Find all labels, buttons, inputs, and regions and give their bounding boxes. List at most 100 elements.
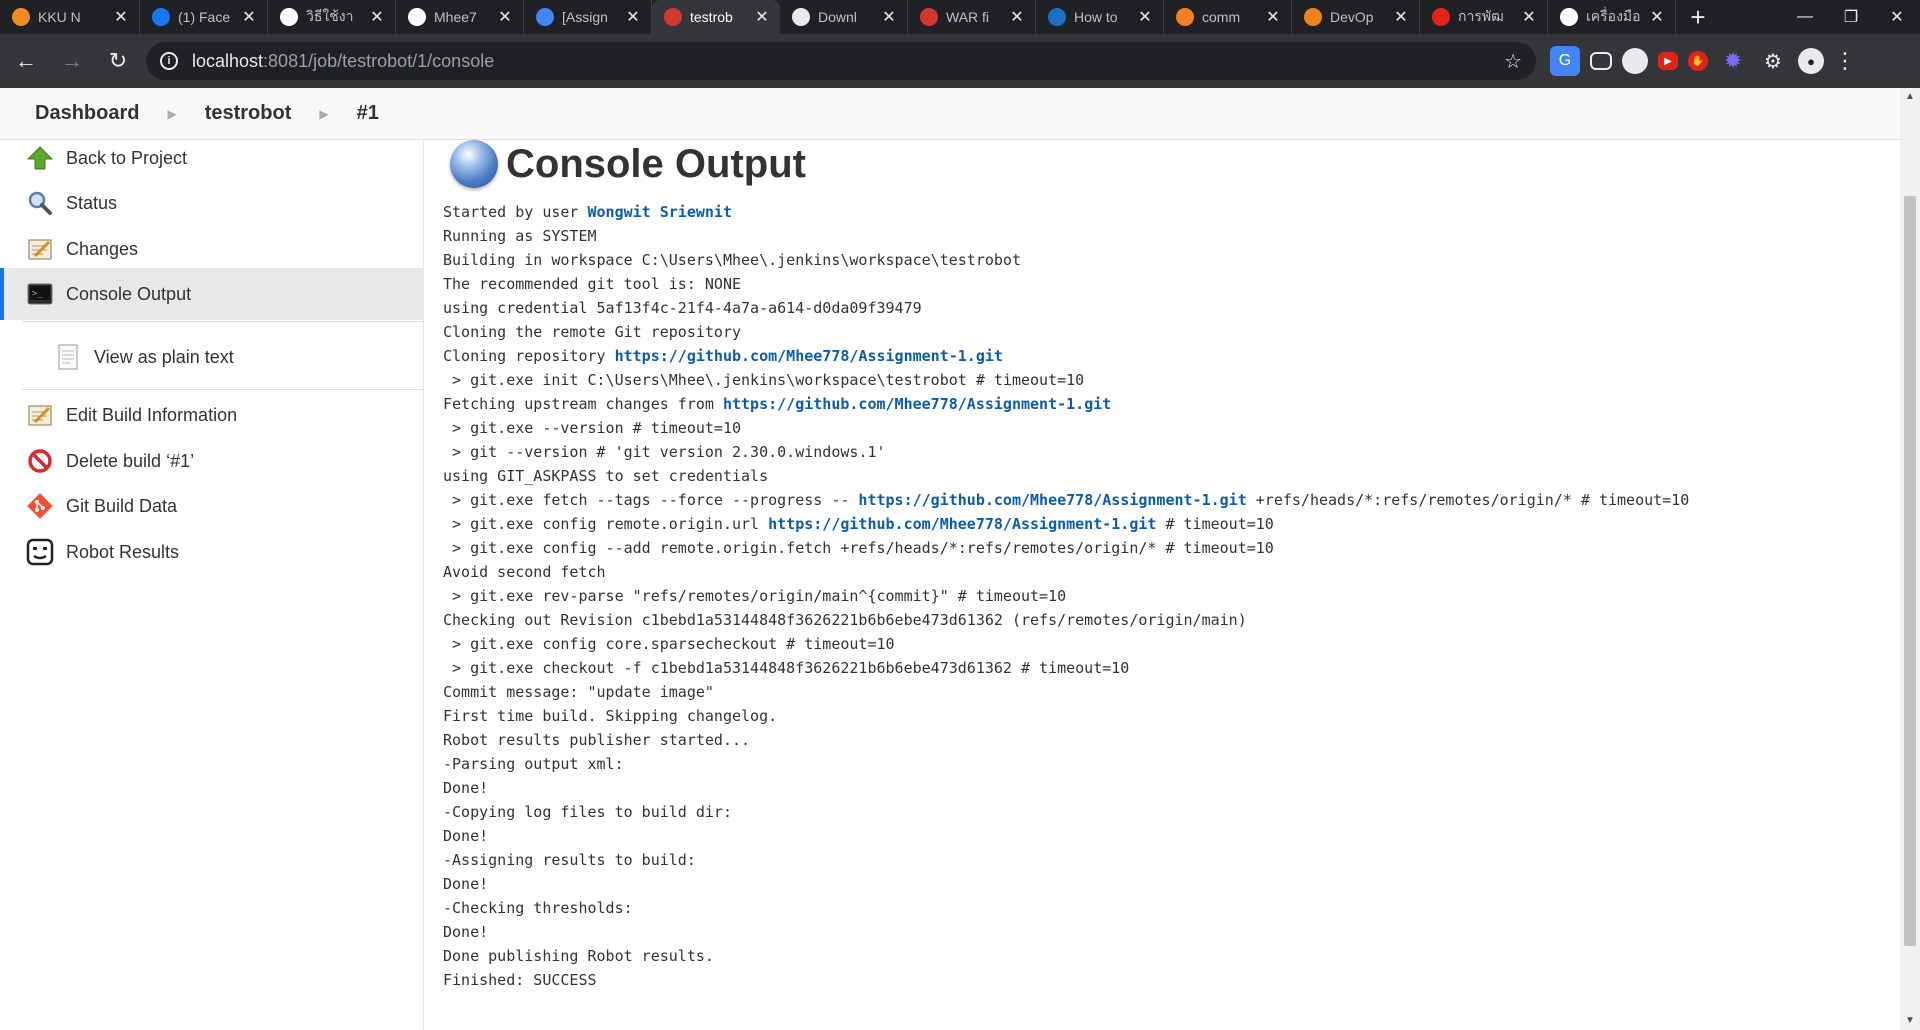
console-text: Done publishing Robot results. (443, 947, 714, 965)
site-info-icon[interactable]: i (160, 52, 178, 70)
tab-close-icon[interactable]: ✕ (623, 7, 643, 27)
sidebar-item-label: Status (66, 192, 118, 213)
browser-tab[interactable]: Mhee7 ✕ (396, 0, 524, 34)
console-text: +refs/heads/*:refs/remotes/origin/* # ti… (1246, 491, 1690, 509)
no-entry-icon (26, 447, 54, 475)
new-tab-button[interactable]: + (1676, 0, 1720, 34)
sparkle-extension-icon[interactable]: ✹ (1718, 46, 1748, 76)
bookmark-star-icon[interactable]: ☆ (1504, 49, 1522, 74)
browser-tab[interactable]: WAR fi ✕ (908, 0, 1036, 34)
sidebar-item-status[interactable]: Status (0, 177, 424, 229)
tab-close-icon[interactable]: ✕ (752, 7, 772, 27)
console-line: > git --version # 'git version 2.30.0.wi… (443, 440, 1689, 464)
translate-extension-icon[interactable]: G (1550, 46, 1580, 76)
console-text: > git.exe fetch --tags --force --progres… (443, 491, 859, 509)
console-link[interactable]: https://github.com/Mhee778/Assignment-1.… (858, 491, 1246, 509)
tab-close-icon[interactable]: ✕ (1647, 7, 1667, 27)
console-text: Cloning the remote Git repository (443, 323, 742, 341)
tab-title: Downl (818, 9, 857, 25)
tab-close-icon[interactable]: ✕ (1263, 7, 1283, 27)
browser-tab[interactable]: วิธีใช้งา ✕ (268, 0, 396, 34)
breadcrumb-separator-icon[interactable]: ▶ (319, 107, 328, 121)
address-bar[interactable]: i localhost:8081/job/testrobot/1/console… (146, 42, 1536, 80)
reload-icon[interactable]: ↻ (98, 41, 138, 81)
console-line: > git.exe fetch --tags --force --progres… (443, 488, 1689, 512)
sidebar-item-edit-build-info[interactable]: Edit Build Information (0, 389, 424, 441)
sidebar-item-view-plain-text[interactable]: View as plain text (0, 331, 424, 383)
tab-title: (1) Face (178, 9, 231, 25)
puzzle-extension-icon[interactable]: ⚙ (1758, 46, 1788, 76)
console-text: > git --version # 'git version 2.30.0.wi… (443, 443, 886, 461)
tab-title: Mhee7 (434, 9, 477, 25)
cast-extension-icon[interactable] (1590, 52, 1612, 70)
console-line: -Assigning results to build: (443, 848, 1689, 872)
scroll-down-icon[interactable]: ▼ (1900, 1012, 1920, 1030)
profile-avatar-icon[interactable]: ● (1798, 48, 1824, 74)
console-text: > git.exe --version # timeout=10 (443, 419, 742, 437)
browser-tab[interactable]: testrob ✕ (652, 0, 780, 34)
breadcrumb-job[interactable]: testrobot (205, 102, 292, 125)
devops-icon (1304, 8, 1322, 26)
console-text: # timeout=10 (1156, 515, 1274, 533)
tab-close-icon[interactable]: ✕ (239, 7, 259, 27)
sidebar-item-label: View as plain text (94, 346, 234, 367)
console-text: Done! (443, 827, 489, 845)
console-line: Done! (443, 872, 1689, 896)
red-extension-icon[interactable]: ▶ (1658, 52, 1678, 70)
console-link[interactable]: https://github.com/Mhee778/Assignment-1.… (615, 347, 1003, 365)
sidebar-item-git-build-data[interactable]: Git Build Data (0, 480, 424, 532)
browser-tab[interactable]: KKU N ✕ (0, 0, 140, 34)
scrollbar-thumb[interactable] (1904, 196, 1916, 946)
url-path: :8081/job/testrobot/1/console (263, 50, 495, 71)
browser-menu-icon[interactable]: ⋮ (1834, 48, 1856, 74)
back-icon[interactable]: ← (6, 41, 46, 81)
browser-tab[interactable]: comm ✕ (1164, 0, 1292, 34)
console-text: using GIT_ASKPASS to set credentials (443, 467, 769, 485)
console-line: Building in workspace C:\Users\Mhee\.jen… (443, 248, 1689, 272)
console-text: Done! (443, 875, 489, 893)
console-text: > git.exe config --add remote.origin.fet… (443, 539, 1274, 557)
browser-tab[interactable]: Downl ✕ (780, 0, 908, 34)
console-link[interactable]: https://github.com/Mhee778/Assignment-1.… (768, 515, 1156, 533)
browser-tab[interactable]: DevOp ✕ (1292, 0, 1420, 34)
scroll-up-icon[interactable]: ▲ (1900, 88, 1920, 106)
console-line: Started by user Wongwit Sriewnit (443, 200, 1689, 224)
tab-close-icon[interactable]: ✕ (495, 7, 515, 27)
close-window-icon[interactable]: ✕ (1874, 0, 1920, 34)
kku-icon (12, 8, 30, 26)
console-link[interactable]: https://github.com/Mhee778/Assignment-1.… (723, 395, 1111, 413)
tab-close-icon[interactable]: ✕ (1519, 7, 1539, 27)
breadcrumb-build[interactable]: #1 (357, 102, 379, 125)
forward-icon[interactable]: → (52, 41, 92, 81)
browser-tab[interactable]: [Assign ✕ (524, 0, 652, 34)
hand-extension-icon[interactable]: ✋ (1688, 51, 1708, 71)
tab-close-icon[interactable]: ✕ (367, 7, 387, 27)
sidebar-item-robot-results[interactable]: Robot Results (0, 526, 424, 578)
sidebar-item-console-output[interactable]: >_ Console Output (0, 268, 424, 320)
browser-tab[interactable]: How to ✕ (1036, 0, 1164, 34)
circle-extension-icon[interactable] (1622, 48, 1648, 74)
console-text: Fetching upstream changes from (443, 395, 723, 413)
console-text: First time build. Skipping changelog. (443, 707, 778, 725)
breadcrumb-separator-icon[interactable]: ▶ (167, 107, 176, 121)
tab-close-icon[interactable]: ✕ (1007, 7, 1027, 27)
minimize-icon[interactable]: — (1782, 0, 1828, 34)
tab-close-icon[interactable]: ✕ (879, 7, 899, 27)
browser-tab[interactable]: การพัฒ ✕ (1420, 0, 1548, 34)
sidebar-item-label: Console Output (66, 283, 192, 304)
tab-close-icon[interactable]: ✕ (1135, 7, 1155, 27)
sidebar-item-label: Git Build Data (66, 495, 178, 516)
page-scrollbar[interactable]: ▲ ▼ (1900, 88, 1920, 1030)
console-line: > git.exe init C:\Users\Mhee\.jenkins\wo… (443, 368, 1689, 392)
browser-tab-strip: KKU N ✕ (1) Face ✕ วิธีใช้งา ✕ Mhee7 ✕ [Assign ✕ t… (0, 0, 1920, 34)
console-link[interactable]: Wongwit Sriewnit (588, 203, 733, 221)
tab-close-icon[interactable]: ✕ (1391, 7, 1411, 27)
sidebar-divider (22, 321, 424, 322)
restore-icon[interactable]: ❐ (1828, 0, 1874, 34)
console-output: Started by user Wongwit Sriewnit Running … (443, 200, 1689, 992)
browser-tab[interactable]: (1) Face ✕ (140, 0, 268, 34)
breadcrumb-dashboard[interactable]: Dashboard (35, 102, 139, 125)
browser-tab[interactable]: เครื่องมือ ✕ (1548, 0, 1676, 34)
url-host: localhost (192, 50, 264, 71)
tab-close-icon[interactable]: ✕ (111, 7, 131, 27)
